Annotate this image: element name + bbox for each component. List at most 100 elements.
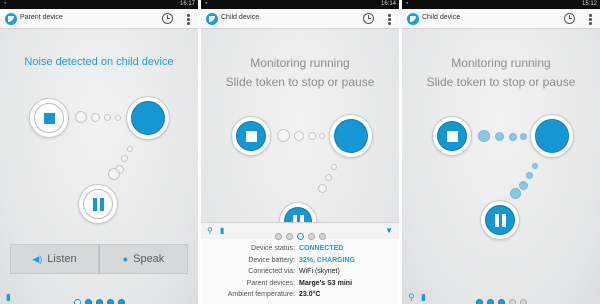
page-indicator [402, 293, 600, 304]
info-row: Device status: CONNECTED [201, 243, 399, 255]
device-info-rows: Device status: CONNECTED Device battery:… [201, 243, 399, 301]
temperature-value: 23.0°C [299, 291, 321, 298]
stop-button[interactable] [29, 98, 69, 138]
monitoring-status-text: Monitoring running Slide token to stop o… [201, 54, 399, 92]
listen-label: Listen [47, 253, 77, 265]
overflow-menu-icon[interactable] [187, 14, 190, 25]
monitoring-line-2: Slide token to stop or pause [426, 75, 576, 89]
page-dot[interactable] [95, 299, 103, 304]
page-dot[interactable] [296, 233, 304, 240]
stop-button[interactable] [432, 116, 472, 156]
parent-device-screen: ◔ 16:17 Parent device Noise detected on … [0, 0, 198, 304]
monitor-token[interactable] [530, 114, 574, 158]
talk-controls: ◀) Listen ● Speak [10, 244, 188, 274]
info-row: Parent devices: Marge's S3 mini [201, 278, 399, 290]
path-dot [91, 113, 100, 122]
info-row: Device battery: 32%, CHARGING [201, 255, 399, 267]
path-dot [104, 114, 111, 121]
stop-button[interactable] [231, 116, 271, 156]
noise-alert-text: Noise detected on child device [24, 56, 174, 68]
page-dot[interactable] [106, 299, 114, 304]
page-dot[interactable] [117, 299, 125, 304]
listen-button[interactable]: ◀) Listen [10, 244, 99, 274]
page-dot[interactable] [73, 299, 81, 304]
page-dot[interactable] [307, 233, 315, 240]
app-notification-icon: ◔ [405, 1, 409, 7]
overflow-menu-icon[interactable] [589, 14, 592, 25]
clock-icon[interactable] [162, 13, 173, 24]
action-bar-title: Parent device [20, 14, 63, 21]
status-bar: ◔ 16:14 [201, 0, 399, 9]
status-time: 15:12 [581, 1, 597, 7]
page-dot[interactable] [274, 233, 282, 240]
page-dot[interactable] [486, 299, 494, 304]
clock-icon[interactable] [564, 13, 575, 24]
clock-icon[interactable] [363, 13, 374, 24]
path-dot [519, 181, 528, 190]
action-bar: Parent device [0, 9, 198, 29]
action-bar-title: Child device [221, 14, 260, 21]
monitor-target-button[interactable] [126, 96, 170, 140]
action-bar-title: Child device [422, 14, 461, 21]
page-dot[interactable] [497, 299, 505, 304]
status-bar: ◔ 16:17 [0, 0, 198, 9]
stop-icon [43, 112, 55, 124]
monitoring-line-1: Monitoring running [250, 56, 350, 70]
path-dot [510, 188, 521, 199]
page-dot[interactable] [318, 233, 326, 240]
overflow-menu-icon[interactable] [388, 14, 391, 25]
page-dot[interactable] [285, 233, 293, 240]
stop-icon [446, 130, 458, 142]
path-dot [121, 155, 128, 162]
info-label: Parent devices: [246, 279, 295, 287]
path-dot [75, 111, 87, 123]
chevron-down-icon[interactable]: ▼ [385, 226, 393, 235]
path-dot [509, 133, 517, 141]
monitoring-status-text: Monitoring running Slide token to stop o… [402, 54, 600, 92]
pause-icon: .p1 .sym-pause::before,.p1 .sym-pause::a… [92, 197, 104, 211]
info-panel-header: ⚲ ▮ ▼ [201, 223, 399, 240]
app-logo-icon[interactable] [5, 13, 17, 25]
info-row: Connected via: WiFi (skynet) [201, 266, 399, 278]
app-logo-icon[interactable] [407, 13, 419, 25]
info-label: Device status: [251, 245, 295, 252]
page-dot[interactable] [508, 299, 516, 304]
battery-value: 32%, CHARGING [299, 256, 356, 264]
page-dot[interactable] [475, 299, 483, 304]
device-status-value: CONNECTED [299, 245, 344, 252]
speak-label: Speak [133, 253, 165, 265]
pause-button[interactable]: .p1 .sym-pause::before,.p1 .sym-pause::a… [78, 184, 118, 224]
bottom-bar: ▮ [0, 290, 198, 304]
action-bar: Child device [201, 9, 399, 29]
path-dot [478, 130, 490, 142]
path-dot [532, 163, 538, 169]
path-dot [294, 131, 304, 141]
path-dot [520, 133, 527, 140]
screenshots-row: ◔ 16:17 Parent device Noise detected on … [0, 0, 600, 304]
microphone-icon: ● [122, 254, 129, 264]
path-dot [325, 174, 332, 181]
status-bar: ◔ 15:12 [402, 0, 600, 9]
page-dot[interactable] [519, 299, 527, 304]
child-device-screen-info: ◔ 16:14 Child device Monitoring running … [201, 0, 399, 304]
path-dot [318, 184, 327, 193]
info-row: Ambient temperature: 23.0°C [201, 289, 399, 301]
pause-button[interactable] [480, 200, 520, 240]
path-dot [127, 146, 133, 152]
path-dot [319, 133, 325, 139]
info-label: Connected via: [248, 268, 295, 275]
speaker-icon: ◀) [32, 253, 43, 264]
monitoring-line-1: Monitoring running [451, 56, 551, 70]
status-time: 16:14 [380, 1, 396, 7]
pause-icon [494, 213, 506, 227]
app-notification-icon: ◔ [204, 1, 208, 7]
path-dot [331, 164, 337, 170]
path-dot [277, 129, 290, 142]
speak-button[interactable]: ● Speak [99, 244, 188, 274]
page-dot[interactable] [84, 299, 92, 304]
monitor-token[interactable] [329, 114, 373, 158]
app-logo-icon[interactable] [206, 13, 218, 25]
parent-devices-value: Marge's S3 mini [299, 279, 353, 287]
status-time: 16:17 [179, 1, 195, 7]
path-dot [526, 172, 533, 179]
